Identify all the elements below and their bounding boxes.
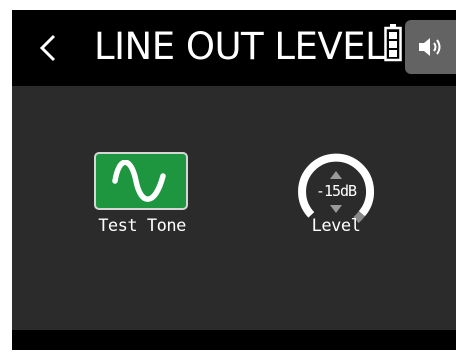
level-label: Level <box>311 216 361 236</box>
title-bar: LINE OUT LEVEL <box>12 10 456 86</box>
up-arrow-icon[interactable] <box>330 171 342 179</box>
device-screen: LINE OUT LEVEL Test Tone -15dB Level <box>12 10 456 350</box>
speaker-icon <box>418 38 440 56</box>
test-tone-button[interactable] <box>94 152 188 210</box>
level-value: -15dB <box>315 182 357 200</box>
bottom-bar <box>12 330 456 350</box>
back-button[interactable] <box>28 28 68 68</box>
test-tone-label: Test Tone <box>98 216 186 236</box>
battery-icon <box>384 24 402 62</box>
sine-wave-icon <box>112 160 166 202</box>
down-arrow-icon[interactable] <box>330 205 342 213</box>
page-title: LINE OUT LEVEL <box>94 25 386 68</box>
chevron-left-icon <box>39 34 56 62</box>
speaker-button[interactable] <box>405 20 456 74</box>
